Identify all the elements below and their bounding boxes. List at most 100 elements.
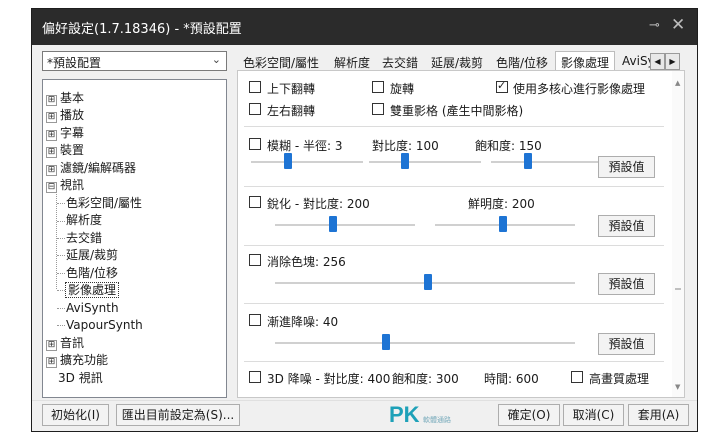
tree-label: 視訊 xyxy=(60,178,85,192)
tree-item-stretch[interactable]: 延展/裁剪 xyxy=(66,247,118,264)
tree-item-colorspace[interactable]: 色彩空間/屬性 xyxy=(66,195,142,212)
tab-image-processing[interactable]: 影像處理 xyxy=(555,51,616,71)
watermark-subtext: 軟體通路 xyxy=(423,416,451,424)
sharpen-contrast-slider[interactable] xyxy=(275,224,415,226)
tree-item-basic[interactable]: ⊞ 基本 xyxy=(46,90,84,107)
tab-next-icon[interactable]: ▶ xyxy=(665,53,680,70)
blur-default-button[interactable]: 預設值 xyxy=(598,156,655,178)
ok-button[interactable]: 確定(O) xyxy=(498,404,560,426)
tree-item-audio[interactable]: ⊞ 音訊 xyxy=(46,335,84,352)
dialog-footer: 初始化(I) 匯出目前設定為(S)... 確定(O) 取消(C) 套用(A) xyxy=(32,400,697,431)
flip-vertical-checkbox[interactable] xyxy=(249,81,261,93)
expand-icon[interactable]: ⊞ xyxy=(46,95,57,106)
settings-tree: ⊞ 基本 ⊞ 播放 ⊞ 字幕 ⊞ 裝置 ⊞ 濾鏡/編解碼器 ⊟ 視訊 色彩空間/屬性 解析度… xyxy=(42,79,227,398)
flip-horizontal-label: 左右翻轉 xyxy=(267,104,316,118)
denoise3d-checkbox[interactable] xyxy=(249,371,261,383)
watermark-text: PK xyxy=(389,402,420,427)
blur-saturation-label: 飽和度: 150 xyxy=(475,139,542,153)
pin-icon[interactable]: ⊸ xyxy=(649,18,660,33)
blur-saturation-slider[interactable] xyxy=(491,161,603,163)
hq-processing-checkbox[interactable] xyxy=(571,371,583,383)
tree-item-vapoursynth[interactable]: VapourSynth xyxy=(66,317,143,334)
tab-prev-icon[interactable]: ◀ xyxy=(650,53,665,70)
denoise-thumb[interactable] xyxy=(382,334,390,350)
tree-label: 播放 xyxy=(60,108,85,122)
apply-button[interactable]: 套用(A) xyxy=(628,404,689,426)
tree-item-resolution[interactable]: 解析度 xyxy=(66,212,102,229)
tree-connector xyxy=(57,290,65,291)
expand-icon[interactable]: ⊞ xyxy=(46,130,57,141)
blur-saturation-thumb[interactable] xyxy=(524,153,532,169)
tab-deinterlace[interactable]: 去交錯 xyxy=(382,54,418,71)
tree-item-filters[interactable]: ⊞ 濾鏡/編解碼器 xyxy=(46,160,136,177)
expand-icon[interactable]: ⊞ xyxy=(46,340,57,351)
blur-checkbox[interactable] xyxy=(249,138,261,150)
scroll-down-icon[interactable]: ▼ xyxy=(675,383,680,391)
tree-item-3d-video[interactable]: 3D 視訊 xyxy=(58,370,103,387)
tree-label: 字幕 xyxy=(60,126,85,140)
tab-strip: 色彩空間/屬性 解析度 去交錯 延展/裁剪 色階/位移 影像處理 AviSy xyxy=(237,51,687,71)
tree-item-video[interactable]: ⊟ 視訊 xyxy=(46,177,84,194)
tab-stretch[interactable]: 延展/裁剪 xyxy=(431,54,483,71)
deblock-thumb[interactable] xyxy=(424,274,432,290)
chevron-down-icon: ⌄ xyxy=(211,53,221,66)
tree-label: 濾鏡/編解碼器 xyxy=(60,161,137,175)
sharpen-contrast-thumb[interactable] xyxy=(329,216,337,232)
blur-radius-thumb[interactable] xyxy=(284,153,292,169)
tree-item-playback[interactable]: ⊞ 播放 xyxy=(46,107,84,124)
tab-resolution[interactable]: 解析度 xyxy=(334,54,370,71)
deblock-checkbox[interactable] xyxy=(249,254,261,266)
tree-item-image-processing[interactable]: 影像處理 xyxy=(64,282,120,299)
tree-connector xyxy=(57,308,65,309)
tab-levels[interactable]: 色階/位移 xyxy=(496,54,548,71)
divider xyxy=(244,245,664,246)
tree-item-levels[interactable]: 色階/位移 xyxy=(66,265,118,282)
expand-icon[interactable]: ⊞ xyxy=(46,357,57,368)
collapse-icon[interactable]: ⊟ xyxy=(46,182,57,193)
sharpness-label: 鮮明度: 200 xyxy=(468,197,535,211)
sharpness-thumb[interactable] xyxy=(499,216,507,232)
scroll-thumb[interactable] xyxy=(675,288,681,290)
tree-item-devices[interactable]: ⊞ 裝置 xyxy=(46,142,84,159)
denoise-slider[interactable] xyxy=(275,342,575,344)
divider xyxy=(244,126,664,127)
tree-item-extensions[interactable]: ⊞ 擴充功能 xyxy=(46,352,108,369)
flip-horizontal-checkbox[interactable] xyxy=(249,103,261,115)
tree-connector xyxy=(57,325,65,326)
denoise-default-button[interactable]: 預設值 xyxy=(598,333,655,355)
rotate-label: 旋轉 xyxy=(390,82,415,96)
tree-item-deinterlace[interactable]: 去交錯 xyxy=(66,230,102,247)
blur-radius-slider[interactable] xyxy=(251,161,363,163)
hq-processing-label: 高畫質處理 xyxy=(589,372,650,386)
sharpen-default-button[interactable]: 預設值 xyxy=(598,215,655,237)
blur-contrast-slider[interactable] xyxy=(369,161,481,163)
tree-connector xyxy=(57,221,65,222)
expand-icon[interactable]: ⊞ xyxy=(46,147,57,158)
tree-label: 擴充功能 xyxy=(60,353,109,367)
tree-item-subtitles[interactable]: ⊞ 字幕 xyxy=(46,125,84,142)
blur-contrast-thumb[interactable] xyxy=(401,153,409,169)
rotate-checkbox[interactable] xyxy=(372,81,384,93)
tree-item-avisynth[interactable]: AviSynth xyxy=(66,300,119,317)
preset-value: *預設配置 xyxy=(47,56,102,70)
denoise-checkbox[interactable] xyxy=(249,314,261,326)
preset-select[interactable]: *預設配置 ⌄ xyxy=(42,51,227,71)
denoise3d-saturation-label: 飽和度: 300 xyxy=(392,372,459,386)
scroll-up-icon[interactable]: ▲ xyxy=(675,79,680,87)
expand-icon[interactable]: ⊞ xyxy=(46,165,57,176)
double-image-checkbox[interactable] xyxy=(372,103,384,115)
close-icon[interactable]: ✕ xyxy=(671,15,685,35)
tab-colorspace[interactable]: 色彩空間/屬性 xyxy=(243,54,319,71)
deblock-default-button[interactable]: 預設值 xyxy=(598,273,655,295)
panel-scrollbar[interactable]: ▲ ▼ xyxy=(672,71,684,397)
watermark-logo: PK 軟體通路 xyxy=(389,402,469,429)
cancel-button[interactable]: 取消(C) xyxy=(563,404,624,426)
double-image-label: 雙重影格 (產生中間影格) xyxy=(390,104,524,118)
init-button[interactable]: 初始化(I) xyxy=(42,404,109,426)
expand-icon[interactable]: ⊞ xyxy=(46,112,57,123)
export-settings-button[interactable]: 匯出目前設定為(S)... xyxy=(116,404,240,426)
sharpen-checkbox[interactable] xyxy=(249,196,261,208)
sharpen-label: 銳化 - 對比度: 200 xyxy=(267,197,370,211)
multicore-checkbox[interactable] xyxy=(496,79,508,93)
denoise3d-time-label: 時間: 600 xyxy=(484,372,539,386)
